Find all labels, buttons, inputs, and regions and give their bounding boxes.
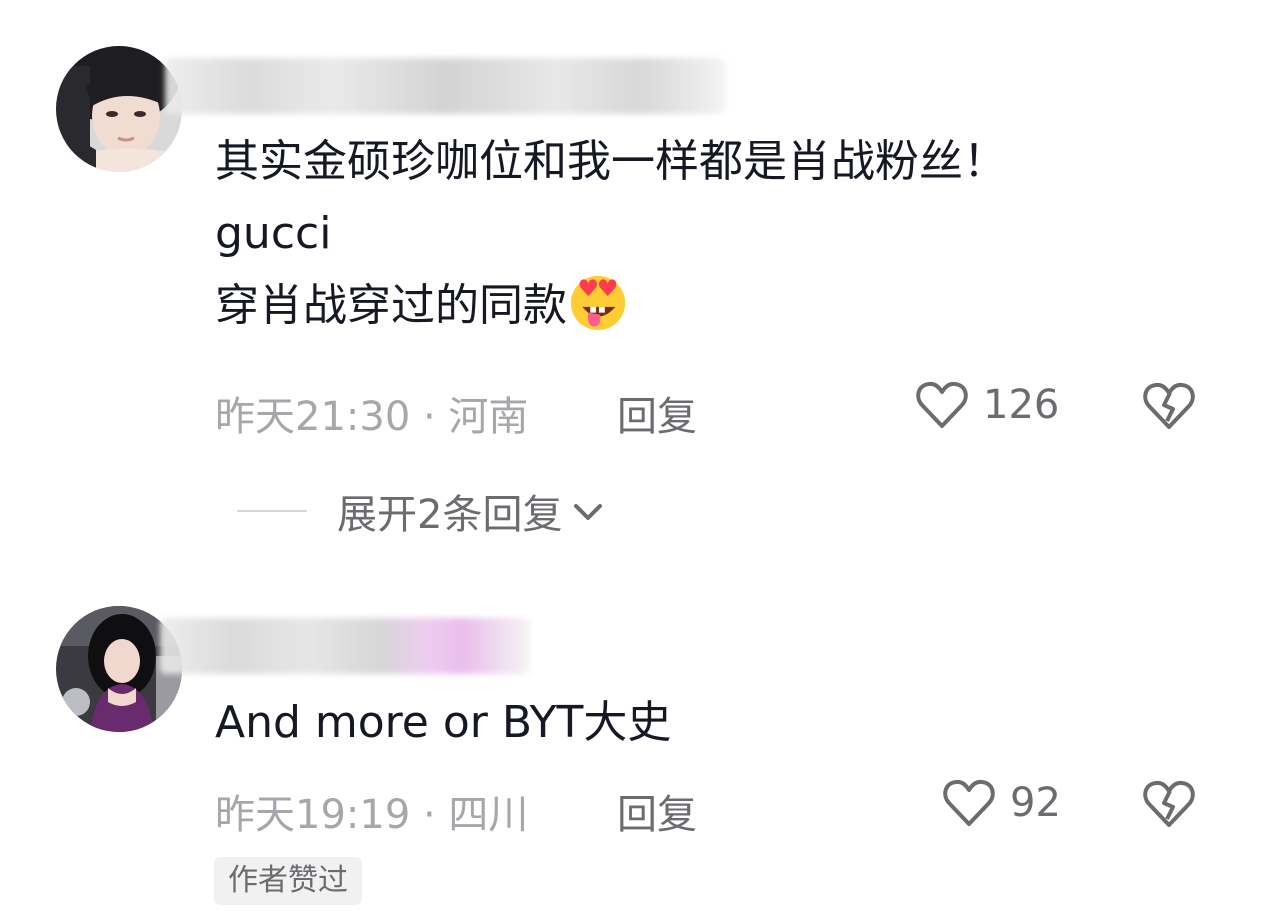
comment-meta: 昨天19:19 · 四川 (215, 792, 529, 838)
broken-heart-icon (1143, 382, 1195, 429)
dislike-button[interactable] (1142, 779, 1196, 833)
comment-text-line: 其实金硕珍咖位和我一样都是肖战粉丝！ (215, 136, 1007, 187)
comment-text-line: 穿肖战穿过的同款 (215, 280, 567, 331)
broken-heart-icon (1143, 780, 1195, 827)
heart-outline-icon (943, 779, 995, 826)
like-button[interactable]: 126 (915, 380, 1059, 430)
heart-eyes-tongue-emoji (570, 275, 626, 331)
dislike-button[interactable] (1142, 381, 1196, 435)
username-redacted[interactable] (165, 58, 725, 114)
avatar[interactable] (56, 46, 182, 172)
expand-replies-label: 展开2条回复 (337, 492, 563, 538)
chevron-down-icon (574, 504, 603, 520)
author-liked-badge: 作者赞过 (214, 857, 362, 905)
comment-meta: 昨天21:30 · 河南 (215, 394, 529, 440)
reply-button[interactable]: 回复 (617, 384, 697, 442)
heart-outline-icon (916, 381, 968, 428)
reply-button[interactable]: 回复 (617, 782, 697, 840)
like-count: 126 (983, 382, 1060, 428)
comment-list: 其实金硕珍咖位和我一样都是肖战粉丝！ gucci 穿肖战穿过的同款 昨天21:3… (0, 0, 1264, 915)
expand-replies-button[interactable]: 展开2条回复 (237, 482, 608, 540)
like-count: 92 (1010, 780, 1061, 826)
like-button[interactable]: 92 (942, 778, 1061, 828)
comment-text-line: gucci (215, 208, 332, 259)
comment-text: 其实金硕珍咖位和我一样都是肖战粉丝！ gucci 穿肖战穿过的同款 (215, 126, 1007, 342)
comment-text-line: And more or BYT大史 (215, 697, 672, 748)
divider (237, 510, 307, 512)
username-redacted[interactable] (160, 618, 530, 674)
comment-text: And more or BYT大史 (215, 687, 671, 759)
